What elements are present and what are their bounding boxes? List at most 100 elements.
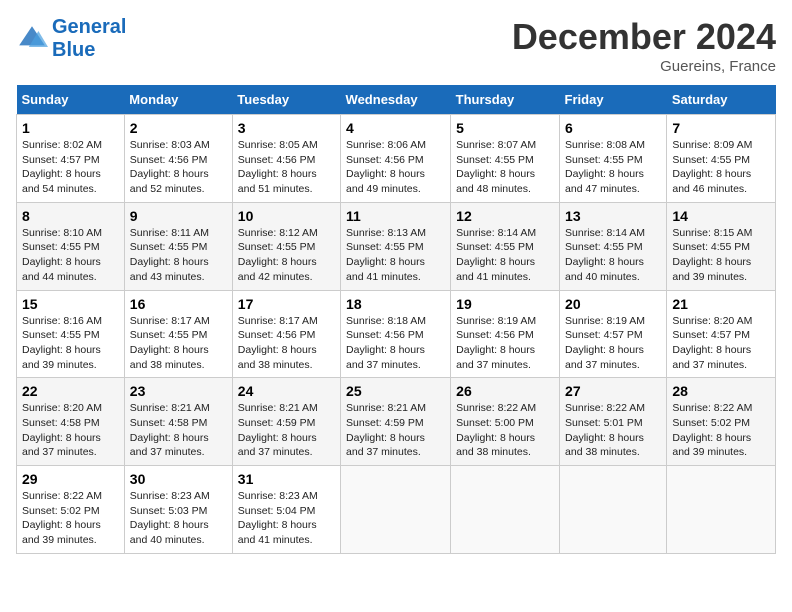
cell-content: Sunrise: 8:21 AMSunset: 4:58 PMDaylight:… [130,402,210,458]
week-row-1: 1 Sunrise: 8:02 AMSunset: 4:57 PMDayligh… [17,115,776,203]
calendar-table: SundayMondayTuesdayWednesdayThursdayFrid… [16,85,776,554]
day-number: 4 [346,120,445,136]
cell-content: Sunrise: 8:14 AMSunset: 4:55 PMDaylight:… [565,227,645,283]
header-saturday: Saturday [667,85,776,115]
calendar-cell: 12 Sunrise: 8:14 AMSunset: 4:55 PMDaylig… [451,202,560,290]
day-number: 10 [238,208,335,224]
cell-content: Sunrise: 8:16 AMSunset: 4:55 PMDaylight:… [22,315,102,371]
header-wednesday: Wednesday [341,85,451,115]
calendar-cell: 21 Sunrise: 8:20 AMSunset: 4:57 PMDaylig… [667,290,776,378]
calendar-cell: 16 Sunrise: 8:17 AMSunset: 4:55 PMDaylig… [124,290,232,378]
day-number: 28 [672,383,770,399]
week-row-2: 8 Sunrise: 8:10 AMSunset: 4:55 PMDayligh… [17,202,776,290]
week-row-4: 22 Sunrise: 8:20 AMSunset: 4:58 PMDaylig… [17,378,776,466]
day-number: 6 [565,120,661,136]
logo-text: General Blue [52,16,126,62]
header-friday: Friday [560,85,667,115]
calendar-cell: 25 Sunrise: 8:21 AMSunset: 4:59 PMDaylig… [341,378,451,466]
location: Guereins, France [512,58,776,75]
cell-content: Sunrise: 8:11 AMSunset: 4:55 PMDaylight:… [130,227,209,283]
day-number: 19 [456,296,554,312]
day-number: 5 [456,120,554,136]
cell-content: Sunrise: 8:08 AMSunset: 4:55 PMDaylight:… [565,139,645,195]
header-thursday: Thursday [451,85,560,115]
cell-content: Sunrise: 8:02 AMSunset: 4:57 PMDaylight:… [22,139,102,195]
calendar-cell: 17 Sunrise: 8:17 AMSunset: 4:56 PMDaylig… [232,290,340,378]
day-number: 15 [22,296,119,312]
cell-content: Sunrise: 8:23 AMSunset: 5:04 PMDaylight:… [238,490,318,546]
calendar-cell: 30 Sunrise: 8:23 AMSunset: 5:03 PMDaylig… [124,466,232,554]
header-tuesday: Tuesday [232,85,340,115]
day-number: 12 [456,208,554,224]
calendar-cell: 28 Sunrise: 8:22 AMSunset: 5:02 PMDaylig… [667,378,776,466]
day-number: 25 [346,383,445,399]
day-number: 26 [456,383,554,399]
calendar-cell: 23 Sunrise: 8:21 AMSunset: 4:58 PMDaylig… [124,378,232,466]
cell-content: Sunrise: 8:12 AMSunset: 4:55 PMDaylight:… [238,227,318,283]
header-monday: Monday [124,85,232,115]
day-number: 21 [672,296,770,312]
calendar-cell: 11 Sunrise: 8:13 AMSunset: 4:55 PMDaylig… [341,202,451,290]
cell-content: Sunrise: 8:13 AMSunset: 4:55 PMDaylight:… [346,227,426,283]
cell-content: Sunrise: 8:22 AMSunset: 5:01 PMDaylight:… [565,402,645,458]
page-header: General Blue December 2024 Guereins, Fra… [16,16,776,75]
day-number: 1 [22,120,119,136]
week-row-5: 29 Sunrise: 8:22 AMSunset: 5:02 PMDaylig… [17,466,776,554]
calendar-cell: 3 Sunrise: 8:05 AMSunset: 4:56 PMDayligh… [232,115,340,203]
day-number: 24 [238,383,335,399]
cell-content: Sunrise: 8:17 AMSunset: 4:56 PMDaylight:… [238,315,318,371]
day-number: 22 [22,383,119,399]
day-number: 18 [346,296,445,312]
cell-content: Sunrise: 8:10 AMSunset: 4:55 PMDaylight:… [22,227,102,283]
cell-content: Sunrise: 8:07 AMSunset: 4:55 PMDaylight:… [456,139,536,195]
calendar-cell: 8 Sunrise: 8:10 AMSunset: 4:55 PMDayligh… [17,202,125,290]
calendar-cell: 22 Sunrise: 8:20 AMSunset: 4:58 PMDaylig… [17,378,125,466]
day-number: 16 [130,296,227,312]
day-number: 29 [22,471,119,487]
calendar-cell: 6 Sunrise: 8:08 AMSunset: 4:55 PMDayligh… [560,115,667,203]
day-number: 11 [346,208,445,224]
day-number: 13 [565,208,661,224]
cell-content: Sunrise: 8:22 AMSunset: 5:02 PMDaylight:… [672,402,752,458]
day-number: 7 [672,120,770,136]
calendar-cell: 10 Sunrise: 8:12 AMSunset: 4:55 PMDaylig… [232,202,340,290]
calendar-cell: 9 Sunrise: 8:11 AMSunset: 4:55 PMDayligh… [124,202,232,290]
calendar-cell: 2 Sunrise: 8:03 AMSunset: 4:56 PMDayligh… [124,115,232,203]
calendar-cell: 29 Sunrise: 8:22 AMSunset: 5:02 PMDaylig… [17,466,125,554]
cell-content: Sunrise: 8:15 AMSunset: 4:55 PMDaylight:… [672,227,752,283]
cell-content: Sunrise: 8:21 AMSunset: 4:59 PMDaylight:… [238,402,318,458]
calendar-cell: 27 Sunrise: 8:22 AMSunset: 5:01 PMDaylig… [560,378,667,466]
calendar-header-row: SundayMondayTuesdayWednesdayThursdayFrid… [17,85,776,115]
day-number: 20 [565,296,661,312]
calendar-cell: 7 Sunrise: 8:09 AMSunset: 4:55 PMDayligh… [667,115,776,203]
calendar-cell: 14 Sunrise: 8:15 AMSunset: 4:55 PMDaylig… [667,202,776,290]
day-number: 17 [238,296,335,312]
cell-content: Sunrise: 8:05 AMSunset: 4:56 PMDaylight:… [238,139,318,195]
calendar-cell: 31 Sunrise: 8:23 AMSunset: 5:04 PMDaylig… [232,466,340,554]
title-block: December 2024 Guereins, France [512,16,776,75]
header-sunday: Sunday [17,85,125,115]
calendar-cell [341,466,451,554]
day-number: 27 [565,383,661,399]
cell-content: Sunrise: 8:03 AMSunset: 4:56 PMDaylight:… [130,139,210,195]
logo-icon [16,23,48,55]
calendar-cell: 5 Sunrise: 8:07 AMSunset: 4:55 PMDayligh… [451,115,560,203]
cell-content: Sunrise: 8:17 AMSunset: 4:55 PMDaylight:… [130,315,210,371]
calendar-cell: 18 Sunrise: 8:18 AMSunset: 4:56 PMDaylig… [341,290,451,378]
cell-content: Sunrise: 8:19 AMSunset: 4:56 PMDaylight:… [456,315,536,371]
day-number: 23 [130,383,227,399]
calendar-cell [451,466,560,554]
day-number: 8 [22,208,119,224]
day-number: 3 [238,120,335,136]
day-number: 30 [130,471,227,487]
cell-content: Sunrise: 8:20 AMSunset: 4:58 PMDaylight:… [22,402,102,458]
week-row-3: 15 Sunrise: 8:16 AMSunset: 4:55 PMDaylig… [17,290,776,378]
cell-content: Sunrise: 8:09 AMSunset: 4:55 PMDaylight:… [672,139,752,195]
cell-content: Sunrise: 8:18 AMSunset: 4:56 PMDaylight:… [346,315,426,371]
logo: General Blue [16,16,126,62]
cell-content: Sunrise: 8:06 AMSunset: 4:56 PMDaylight:… [346,139,426,195]
day-number: 9 [130,208,227,224]
calendar-cell: 15 Sunrise: 8:16 AMSunset: 4:55 PMDaylig… [17,290,125,378]
calendar-cell: 24 Sunrise: 8:21 AMSunset: 4:59 PMDaylig… [232,378,340,466]
calendar-cell [560,466,667,554]
